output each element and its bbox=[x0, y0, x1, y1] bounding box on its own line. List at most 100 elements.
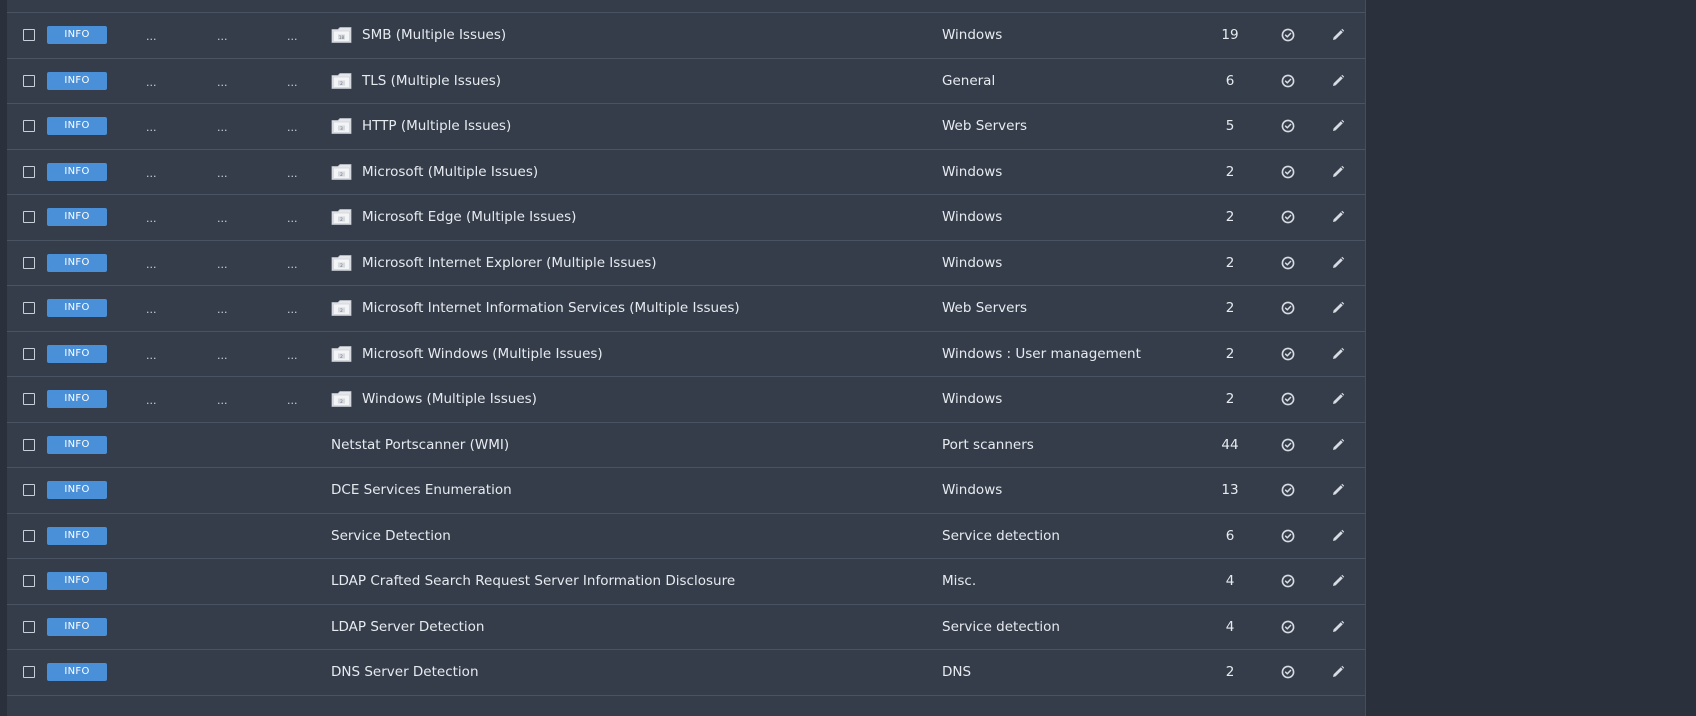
pencil-edit-icon[interactable] bbox=[1331, 529, 1345, 543]
table-row[interactable]: INFO......... 2 Microsoft Internet Informa… bbox=[7, 286, 1365, 332]
instance-count: 2 bbox=[1225, 664, 1235, 681]
plugin-family: Port scanners bbox=[942, 436, 1034, 453]
pencil-edit-icon[interactable] bbox=[1331, 119, 1345, 133]
table-row[interactable]: INFO......... 2 Microsoft (Multiple Issues… bbox=[7, 150, 1365, 195]
pencil-edit-icon[interactable] bbox=[1331, 574, 1345, 588]
pencil-edit-icon[interactable] bbox=[1331, 165, 1345, 179]
row-checkbox[interactable] bbox=[23, 529, 35, 542]
circle-check-icon[interactable] bbox=[1281, 165, 1295, 179]
plugin-name[interactable]: Microsoft Internet Information Services … bbox=[362, 300, 740, 316]
svg-text:2: 2 bbox=[340, 263, 343, 268]
plugin-family: Service detection bbox=[942, 618, 1060, 635]
pencil-edit-icon[interactable] bbox=[1331, 620, 1345, 634]
folder-icon: 2 bbox=[331, 300, 352, 317]
placeholder-dots: ... bbox=[146, 257, 157, 271]
table-row[interactable]: INFO DNS Server Detection DNS 2 bbox=[7, 650, 1365, 696]
placeholder-dots: ... bbox=[287, 257, 298, 271]
plugin-name[interactable]: Microsoft Windows (Multiple Issues) bbox=[362, 346, 603, 362]
plugin-name[interactable]: Service Detection bbox=[331, 528, 451, 544]
row-checkbox[interactable] bbox=[23, 29, 35, 42]
table-row[interactable]: INFO......... 2 Microsoft Edge (Multiple I… bbox=[7, 195, 1365, 241]
row-checkbox[interactable] bbox=[23, 165, 35, 178]
plugin-family: Web Servers bbox=[942, 118, 1028, 135]
pencil-edit-icon[interactable] bbox=[1331, 483, 1345, 497]
pencil-edit-icon[interactable] bbox=[1331, 665, 1345, 679]
placeholder-dots: ... bbox=[146, 166, 157, 180]
placeholder-dots: ... bbox=[146, 212, 157, 226]
plugin-name[interactable]: Windows (Multiple Issues) bbox=[362, 391, 537, 407]
plugin-name[interactable]: HTTP (Multiple Issues) bbox=[362, 118, 511, 134]
table-row[interactable]: INFO LDAP Server Detection Service detecti… bbox=[7, 605, 1365, 650]
circle-check-icon[interactable] bbox=[1281, 28, 1295, 42]
svg-text:2: 2 bbox=[340, 354, 343, 359]
pencil-edit-icon[interactable] bbox=[1331, 28, 1345, 42]
table-row[interactable]: INFO......... 18 SMB (Multiple Issues) Wind… bbox=[7, 13, 1365, 59]
circle-check-icon[interactable] bbox=[1281, 210, 1295, 224]
circle-check-icon[interactable] bbox=[1281, 574, 1295, 588]
row-checkbox[interactable] bbox=[23, 120, 35, 133]
instance-count: 5 bbox=[1225, 118, 1235, 135]
placeholder-dots: ... bbox=[146, 303, 157, 317]
row-checkbox[interactable] bbox=[23, 575, 35, 588]
plugin-name[interactable]: Microsoft (Multiple Issues) bbox=[362, 164, 538, 180]
plugin-family: Windows bbox=[942, 27, 1003, 44]
row-checkbox[interactable] bbox=[23, 302, 35, 315]
plugin-name[interactable]: LDAP Crafted Search Request Server Infor… bbox=[331, 573, 735, 589]
folder-icon: 2 bbox=[331, 72, 352, 89]
table-row[interactable]: INFO......... 3 HTTP (Multiple Issues) Web … bbox=[7, 104, 1365, 150]
placeholder-dots: ... bbox=[217, 257, 228, 271]
pencil-edit-icon[interactable] bbox=[1331, 256, 1345, 270]
table-row[interactable]: INFO......... 2 Microsoft Windows (Multipl… bbox=[7, 332, 1365, 377]
row-checkbox[interactable] bbox=[23, 347, 35, 360]
circle-check-icon[interactable] bbox=[1281, 620, 1295, 634]
placeholder-dots: ... bbox=[146, 121, 157, 135]
table-row[interactable]: INFO Service Detection Service detection 6 bbox=[7, 514, 1365, 559]
pencil-edit-icon[interactable] bbox=[1331, 74, 1345, 88]
circle-check-icon[interactable] bbox=[1281, 74, 1295, 88]
folder-icon: 2 bbox=[331, 209, 352, 226]
pencil-edit-icon[interactable] bbox=[1331, 392, 1345, 406]
plugin-name[interactable]: Netstat Portscanner (WMI) bbox=[331, 437, 509, 453]
row-checkbox[interactable] bbox=[23, 438, 35, 451]
circle-check-icon[interactable] bbox=[1281, 256, 1295, 270]
pencil-edit-icon[interactable] bbox=[1331, 210, 1345, 224]
plugin-name[interactable]: DCE Services Enumeration bbox=[331, 482, 512, 498]
row-checkbox[interactable] bbox=[23, 211, 35, 224]
circle-check-icon[interactable] bbox=[1281, 301, 1295, 315]
instance-count: 2 bbox=[1225, 345, 1235, 362]
table-row[interactable]: INFO......... 2 TLS (Multiple Issues) Gener… bbox=[7, 59, 1365, 104]
circle-check-icon[interactable] bbox=[1281, 483, 1295, 497]
table-row[interactable]: INFO......... 2 Windows (Multiple Issues) W… bbox=[7, 377, 1365, 423]
plugin-name[interactable]: LDAP Server Detection bbox=[331, 619, 485, 635]
table-row[interactable]: INFO LDAP Crafted Search Request Server I… bbox=[7, 559, 1365, 605]
circle-check-icon[interactable] bbox=[1281, 119, 1295, 133]
table-row[interactable]: INFO DCE Services Enumeration Windows 13 bbox=[7, 468, 1365, 514]
row-checkbox[interactable] bbox=[23, 74, 35, 87]
row-checkbox[interactable] bbox=[23, 620, 35, 633]
table-row[interactable]: INFO Netstat Portscanner (WMI) Port scanne… bbox=[7, 423, 1365, 468]
plugin-name[interactable]: SMB (Multiple Issues) bbox=[362, 27, 506, 43]
circle-check-icon[interactable] bbox=[1281, 347, 1295, 361]
row-checkbox[interactable] bbox=[23, 256, 35, 269]
svg-text:2: 2 bbox=[340, 81, 343, 86]
pencil-edit-icon[interactable] bbox=[1331, 301, 1345, 315]
plugin-name[interactable]: Microsoft Internet Explorer (Multiple Is… bbox=[362, 255, 657, 271]
placeholder-dots: ... bbox=[217, 394, 228, 408]
plugin-name[interactable]: Microsoft Edge (Multiple Issues) bbox=[362, 209, 576, 225]
row-checkbox[interactable] bbox=[23, 393, 35, 406]
pencil-edit-icon[interactable] bbox=[1331, 347, 1345, 361]
row-checkbox[interactable] bbox=[23, 484, 35, 497]
plugin-family: Windows bbox=[942, 163, 1003, 180]
pencil-edit-icon[interactable] bbox=[1331, 438, 1345, 452]
placeholder-dots: ... bbox=[146, 394, 157, 408]
severity-badge: INFO bbox=[47, 390, 107, 409]
placeholder-dots: ... bbox=[217, 75, 228, 89]
circle-check-icon[interactable] bbox=[1281, 392, 1295, 406]
row-checkbox[interactable] bbox=[23, 666, 35, 679]
plugin-name[interactable]: DNS Server Detection bbox=[331, 664, 479, 680]
circle-check-icon[interactable] bbox=[1281, 529, 1295, 543]
circle-check-icon[interactable] bbox=[1281, 438, 1295, 452]
table-row[interactable]: INFO......... 2 Microsoft Internet Explore… bbox=[7, 241, 1365, 286]
plugin-name[interactable]: TLS (Multiple Issues) bbox=[362, 73, 501, 89]
circle-check-icon[interactable] bbox=[1281, 665, 1295, 679]
